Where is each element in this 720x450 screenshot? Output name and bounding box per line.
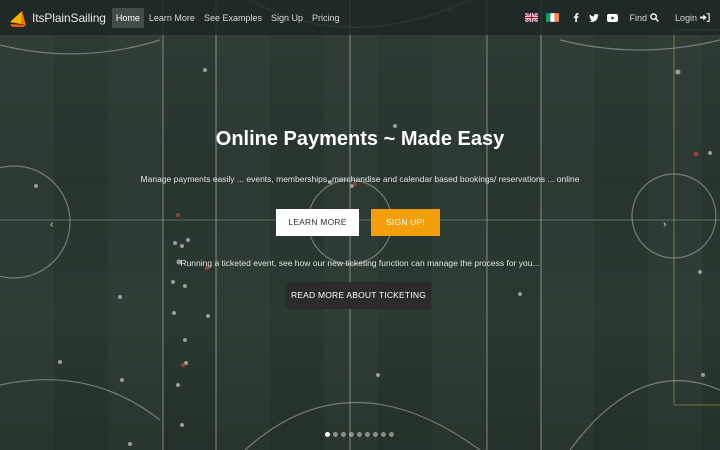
learn-more-button[interactable]: LEARN MORE [276, 209, 359, 236]
brand-link[interactable]: ItsPlainSailing [8, 8, 106, 28]
carousel-dot[interactable] [349, 432, 354, 437]
find-label: Find [629, 12, 647, 23]
login-label: Login [674, 12, 697, 23]
search-icon [650, 13, 659, 22]
carousel-dot[interactable] [381, 432, 386, 437]
hero-subtitle: Manage payments easily ... events, membe… [140, 174, 580, 184]
carousel-dot[interactable] [357, 432, 362, 437]
carousel-indicators [325, 432, 397, 437]
twitter-icon[interactable] [585, 13, 603, 22]
find-link[interactable]: Find [629, 13, 659, 23]
carousel-dot[interactable] [341, 432, 346, 437]
sign-in-icon [700, 13, 710, 22]
nav-home[interactable]: Home [111, 7, 144, 28]
carousel-dot[interactable] [325, 432, 330, 437]
ticketing-text: Running a ticketed event, see how our ne… [180, 258, 540, 268]
read-more-ticketing-button[interactable]: READ MORE ABOUT TICKETING [286, 282, 431, 309]
nav-pricing[interactable]: Pricing [308, 8, 344, 28]
ireland-flag-icon[interactable] [546, 13, 560, 22]
youtube-icon[interactable] [603, 13, 621, 22]
nav-learn-more[interactable]: Learn More [145, 8, 199, 28]
brand-name: ItsPlainSailing [32, 10, 106, 25]
nav-right: Find Login [525, 13, 710, 23]
hero-overlay [0, 0, 720, 450]
sign-up-button[interactable]: SIGN UP! [371, 209, 440, 236]
hero-title: Online Payments ~ Made Easy [215, 128, 505, 150]
carousel-dot[interactable] [373, 432, 378, 437]
uk-flag-icon[interactable] [525, 13, 539, 22]
sail-logo-icon [10, 10, 26, 27]
facebook-icon[interactable] [567, 13, 585, 22]
login-link[interactable]: Login [675, 13, 710, 23]
carousel-dot[interactable] [389, 432, 394, 437]
chevron-right-icon[interactable]: › [663, 219, 666, 230]
navbar: ItsPlainSailing Home Learn More See Exam… [0, 0, 720, 35]
chevron-left-icon[interactable]: ‹ [50, 219, 53, 230]
nav-see-examples[interactable]: See Examples [200, 8, 266, 28]
nav-sign-up[interactable]: Sign Up [267, 8, 307, 28]
carousel-dot[interactable] [365, 432, 370, 437]
carousel-dot[interactable] [333, 432, 338, 437]
